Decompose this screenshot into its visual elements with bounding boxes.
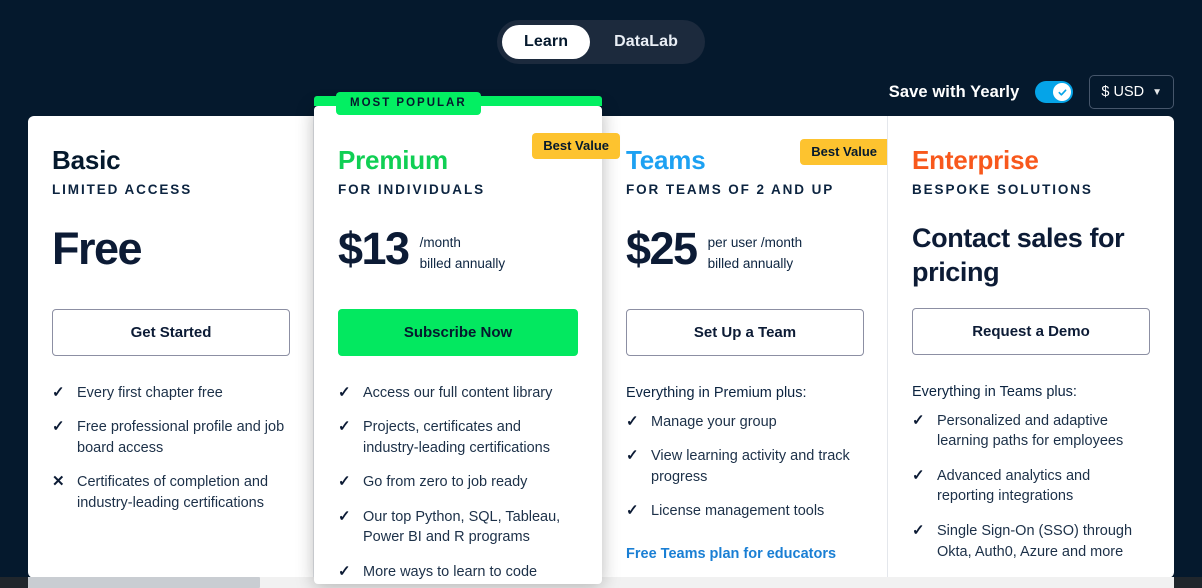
feature-text: Free professional profile and job board … [77,419,285,456]
badge-best-value-teams: Best Value [800,139,888,165]
check-icon: ✓ [338,473,351,491]
check-icon: ✓ [338,383,351,401]
product-toggle-group: Learn DataLab [497,20,705,64]
check-icon: ✓ [338,507,351,525]
list-item: ✓ Manage your group [626,412,864,433]
pricing-plans: Basic LIMITED ACCESS Free Get Started ✓ … [28,92,1174,588]
plan-name-basic: Basic [52,145,121,175]
plan-price-teams: $25 per user /month billed annually [626,226,864,282]
cta-get-started[interactable]: Get Started [52,308,290,356]
feature-list-premium: ✓ Access our full content library ✓ Proj… [338,383,578,583]
plan-card-teams: Best Value Teams FOR TEAMS OF 2 AND UP $… [602,116,888,578]
plan-subtitle-premium: FOR INDIVIDUALS [338,181,486,197]
badge-best-value-premium: Best Value [532,133,620,159]
feature-list-basic: ✓ Every first chapter free ✓ Free profes… [52,383,290,514]
chevron-down-icon: ▼ [1152,86,1162,98]
cta-subscribe-now[interactable]: Subscribe Now [338,308,578,356]
feature-text: Single Sign-On (SSO) through Okta, Auth0… [937,523,1133,560]
list-item: ✓ More ways to learn to code [338,562,578,583]
price-billing: billed annually [419,255,506,271]
list-item: ✓ View learning activity and track progr… [626,446,864,487]
list-item: ✓ Advanced analytics and reporting integ… [912,466,1150,507]
plan-price-premium: $13 /month billed annually [338,226,578,282]
scrollbar-thumb[interactable] [28,577,260,588]
check-icon: ✓ [912,411,925,429]
check-icon: ✓ [338,563,351,581]
check-icon: ✓ [52,383,65,401]
list-item: ✓ Single Sign-On (SSO) through Okta, Aut… [912,521,1150,562]
list-item: ✓ Access our full content library [338,383,578,404]
badge-most-popular: MOST POPULAR [336,92,481,115]
pricing-controls: Save with Yearly $ USD ▼ [889,75,1174,109]
check-icon: ✓ [912,522,925,539]
feature-text: Manage your group [651,413,777,430]
cta-request-a-demo[interactable]: Request a Demo [912,307,1150,355]
yearly-toggle-switch[interactable] [1035,81,1074,103]
feature-list-enterprise: ✓ Personalized and adaptive learning pat… [912,411,1150,588]
product-toggle: Learn DataLab [0,20,1202,64]
feature-text: More ways to learn to code [363,564,538,581]
check-icon: ✓ [338,418,351,436]
check-icon: ✓ [626,502,639,520]
check-icon [1058,88,1067,96]
price-period: per user /month [707,234,803,250]
plan-subtitle-basic: LIMITED ACCESS [52,181,193,197]
feature-text: Every first chapter free [77,384,223,401]
plan-card-premium: MOST POPULAR Best Value Premium FOR INDI… [314,92,620,584]
price-amount-teams: $25 [626,222,698,274]
feature-text: Access our full content library [363,384,553,401]
currency-value: $ USD [1101,84,1145,100]
currency-select[interactable]: $ USD ▼ [1089,75,1174,109]
feature-text: Go from zero to job ready [363,474,528,491]
check-icon: ✓ [912,466,925,484]
list-item: ✓ Go from zero to job ready [338,472,578,493]
check-icon: ✓ [52,418,65,436]
feature-intro-teams: Everything in Premium plus: [626,384,807,401]
plan-card-basic: Basic LIMITED ACCESS Free Get Started ✓ … [28,116,314,578]
price-meta-premium: /month billed annually [420,226,506,275]
yearly-toggle-label: Save with Yearly [888,82,1020,101]
feature-text: Our top Python, SQL, Tableau, Power BI a… [363,508,561,546]
list-item: ✓ Personalized and adaptive learning pat… [912,411,1150,452]
plan-price-basic: Free [52,226,290,282]
plan-subtitle-teams: FOR TEAMS OF 2 AND UP [626,181,835,197]
list-item: ✓ Our top Python, SQL, Tableau, Power BI… [338,507,578,548]
link-free-teams-educators[interactable]: Free Teams plan for educators [626,546,836,562]
price-billing: billed annually [707,255,794,271]
feature-intro-enterprise: Everything in Teams plus: [912,383,1077,400]
plan-card-enterprise: Enterprise BESPOKE SOLUTIONS Contact sal… [888,116,1174,588]
cross-icon: ✕ [52,473,65,491]
feature-list-teams: ✓ Manage your group ✓ View learning acti… [626,412,864,522]
price-amount-basic: Free [52,222,143,274]
list-item: ✕ Certificates of completion and industr… [52,472,290,513]
list-item: ✓ Projects, certificates and industry-le… [338,417,578,458]
feature-text: Certificates of completion and industry-… [77,474,269,511]
price-meta-teams: per user /month billed annually [708,226,803,275]
feature-text: View learning activity and track progres… [651,448,850,485]
price-period: /month [419,234,461,250]
price-amount-premium: $13 [338,222,410,274]
plan-name-enterprise: Enterprise [912,145,1039,175]
list-item: ✓ Every first chapter free [52,383,290,404]
tab-datalab[interactable]: DataLab [592,25,700,59]
contact-sales-headline: Contact sales for pricing [912,222,1125,288]
tab-learn[interactable]: Learn [502,25,591,59]
plan-subtitle-enterprise: BESPOKE SOLUTIONS [912,181,1093,197]
feature-text: Personalized and adaptive learning paths… [937,412,1124,450]
list-item: ✓ Free professional profile and job boar… [52,417,290,458]
feature-text: Projects, certificates and industry-lead… [363,419,550,456]
toggle-knob [1053,83,1072,101]
feature-text: License management tools [651,503,825,520]
check-icon: ✓ [626,447,639,465]
cta-set-up-a-team[interactable]: Set Up a Team [626,308,864,356]
list-item: ✓ License management tools [626,501,864,522]
check-icon: ✓ [626,412,639,430]
feature-text: Advanced analytics and reporting integra… [937,467,1091,505]
